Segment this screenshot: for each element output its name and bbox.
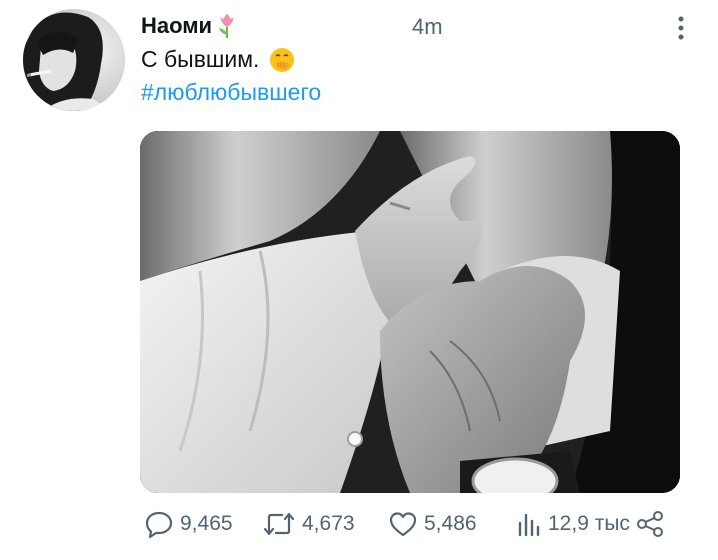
face-with-hand-over-mouth-icon xyxy=(269,47,295,73)
views-button[interactable]: 12,9 тыс xyxy=(516,506,630,542)
tulip-icon xyxy=(216,13,238,39)
share-icon xyxy=(636,510,666,538)
tweet-media-photo[interactable] xyxy=(140,131,680,493)
like-button[interactable]: 5,486 xyxy=(388,506,477,542)
reply-icon xyxy=(144,510,174,538)
avatar-image xyxy=(23,9,125,111)
retweet-icon xyxy=(262,511,296,537)
like-count: 5,486 xyxy=(424,512,477,535)
reply-count: 9,465 xyxy=(180,512,233,535)
views-count: 12,9 тыс xyxy=(548,512,630,535)
share-button[interactable] xyxy=(636,506,666,542)
tweet-text-content: С бывшим. xyxy=(141,46,260,72)
tweet-text: С бывшим. xyxy=(141,46,295,73)
retweet-count: 4,673 xyxy=(302,512,355,535)
retweet-button[interactable]: 4,673 xyxy=(262,506,355,542)
tweet-timestamp[interactable]: 4m xyxy=(412,14,443,40)
heart-icon xyxy=(388,510,418,538)
reply-button[interactable]: 9,465 xyxy=(144,506,233,542)
tweet-actions-bar: 9,465 4,673 5,486 12,9 тыс xyxy=(140,506,680,546)
photo-image xyxy=(140,131,680,493)
display-name[interactable]: Наоми xyxy=(141,13,212,39)
author-name-row[interactable]: Наоми xyxy=(141,10,238,42)
more-options-icon[interactable] xyxy=(668,14,694,42)
avatar[interactable] xyxy=(23,9,125,111)
views-icon xyxy=(516,511,542,537)
hashtag-link[interactable]: #люблюбывшего xyxy=(141,79,321,106)
